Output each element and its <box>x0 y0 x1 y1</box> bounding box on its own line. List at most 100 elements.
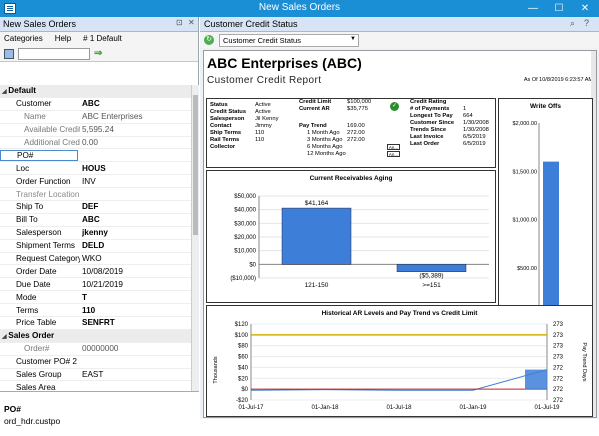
toolbar-input[interactable] <box>18 47 90 60</box>
info-value: 1 <box>463 106 467 112</box>
property-value[interactable]: INV <box>80 177 191 186</box>
info-value: Active <box>255 109 271 115</box>
property-value[interactable]: 0.00 <box>80 138 191 147</box>
history-y2tick: 273 <box>553 344 564 350</box>
report-select[interactable]: Customer Credit Status ▼ <box>219 33 359 47</box>
property-label: Name <box>24 112 46 122</box>
property-label: Available Credit <box>24 125 80 135</box>
property-row-sales-area[interactable]: Sales Area <box>0 381 191 391</box>
aging-ytick: $40,000 <box>234 208 256 214</box>
property-grid-scrollbar[interactable] <box>191 85 199 391</box>
history-y2tick: 273 <box>553 322 564 328</box>
property-row-shipment-terms[interactable]: Shipment Terms DELD <box>0 240 191 253</box>
property-row-additional-credit[interactable]: Additional Credit 0.00 <box>0 137 191 150</box>
history-ytick: $0 <box>241 387 248 393</box>
property-row-terms[interactable]: Terms 110 <box>0 304 191 318</box>
maximize-button[interactable]: ☐ <box>546 0 572 17</box>
property-value[interactable]: ABC <box>80 99 191 108</box>
aging-category-label: >=151 <box>422 282 441 289</box>
property-row-po[interactable]: PO# <box>0 149 191 163</box>
info-value: 110 <box>255 130 265 136</box>
an-button[interactable]: An... <box>387 144 400 150</box>
history-ytick: -$20 <box>236 398 249 404</box>
property-value[interactable]: EAST <box>80 370 191 379</box>
pay-trend-period: 3 Months Ago <box>307 137 343 143</box>
property-row-request-category[interactable]: Request Category WKO <box>0 253 191 266</box>
property-value[interactable]: HOUS <box>80 164 191 173</box>
property-row-loc[interactable]: Loc HOUS <box>0 162 191 176</box>
history-ytick: $40 <box>238 365 249 371</box>
search-icon[interactable]: ⌕ <box>570 18 575 29</box>
property-row-available-credit[interactable]: Available Credit 5,595.24 <box>0 124 191 137</box>
write-offs-ytick: $2,000.00 <box>513 121 537 127</box>
aging-category-label: 121-150 <box>305 282 329 289</box>
property-value[interactable]: DEF <box>80 202 191 211</box>
property-value[interactable]: SENFRT <box>80 318 191 327</box>
property-label: Mode <box>16 292 37 302</box>
go-arrow-icon[interactable]: ⇒ <box>94 48 102 59</box>
info-label: Credit Limit <box>299 99 332 105</box>
property-row-price-table[interactable]: Price Table SENFRT <box>0 317 191 330</box>
info-label: Rail Terms <box>210 137 240 143</box>
pay-trend-period: 1 Month Ago <box>307 130 340 136</box>
history-ylabel: Thousands <box>213 356 219 383</box>
close-panel-icon[interactable]: ✕ <box>188 18 195 27</box>
property-value[interactable]: 00000000 <box>80 344 191 353</box>
property-value[interactable]: 110 <box>80 306 191 315</box>
property-row-sales-group[interactable]: Sales Group EAST <box>0 369 191 382</box>
property-row-order-date[interactable]: Order Date 10/08/2019 <box>0 265 191 279</box>
property-row-due-date[interactable]: Due Date 10/21/2019 <box>0 278 191 292</box>
menu-categories[interactable]: Categories <box>4 34 43 44</box>
property-value[interactable]: 5,595.24 <box>80 125 191 134</box>
property-value[interactable]: T <box>80 293 191 302</box>
property-row-bill-to[interactable]: Bill To ABC <box>0 214 191 227</box>
aging-chart: Current Receivables Aging $50,000 $40,000… <box>206 170 496 303</box>
write-offs-title: Write Offs <box>530 103 561 110</box>
history-ytick: $60 <box>238 355 249 361</box>
property-label: Customer <box>16 99 52 109</box>
property-row-mode[interactable]: Mode T <box>0 291 191 305</box>
aging-ytick: $0 <box>249 262 256 268</box>
pay-trend-value: 272.00 <box>347 137 365 143</box>
minimize-button[interactable]: — <box>520 0 546 17</box>
info-value: 6/5/2019 <box>463 141 486 147</box>
history-ytick: $120 <box>235 322 249 328</box>
property-row-default[interactable]: Default <box>0 85 191 98</box>
property-row-order[interactable]: Order# 00000000 <box>0 343 191 356</box>
help-icon[interactable]: ? <box>584 18 589 28</box>
history-y2tick: 273 <box>553 355 564 361</box>
property-row-order-function[interactable]: Order Function INV <box>0 175 191 189</box>
aging-data-label: ($5,389) <box>419 273 443 280</box>
property-row-transfer-location[interactable]: Transfer Location <box>0 188 191 202</box>
scrollbar-thumb[interactable] <box>193 95 198 235</box>
history-ytick: $80 <box>238 344 249 350</box>
close-button[interactable]: ✕ <box>572 0 598 17</box>
pin-icon[interactable]: ⊡ <box>176 18 183 27</box>
property-row-customer[interactable]: Customer ABC <box>0 98 191 111</box>
property-value[interactable]: ABC Enterprises <box>80 112 191 121</box>
property-row-customer-po-2[interactable]: Customer PO# 2 <box>0 356 191 369</box>
history-y2tick: 272 <box>553 376 564 382</box>
property-label: Request Category <box>16 254 80 264</box>
left-panel-menu: Categories Help # 1 Default <box>0 32 198 46</box>
property-label: Order Date <box>16 266 57 276</box>
property-label: Customer PO# 2 <box>16 357 77 367</box>
refresh-icon[interactable]: ↻ <box>204 35 214 45</box>
property-row-ship-to[interactable]: Ship To DEF <box>0 201 191 214</box>
property-row-sales-order[interactable]: Sales Order <box>0 329 191 343</box>
property-value[interactable]: DELD <box>80 241 191 250</box>
property-value[interactable]: 10/08/2019 <box>80 267 191 276</box>
property-row-salesperson[interactable]: Salesperson jkenny <box>0 227 191 240</box>
report-subtitle: Customer Credit Report <box>207 75 322 86</box>
an-button[interactable]: An... <box>387 151 400 157</box>
property-row-name[interactable]: Name ABC Enterprises <box>0 111 191 124</box>
pay-trend-period: 6 Months Ago <box>307 144 343 150</box>
property-value[interactable]: jkenny <box>80 228 191 237</box>
menu-help[interactable]: Help <box>55 34 71 44</box>
property-value[interactable]: ABC <box>80 215 191 224</box>
property-value[interactable]: 10/21/2019 <box>80 280 191 289</box>
menu-default[interactable]: # 1 Default <box>83 34 122 44</box>
property-value[interactable]: WKO <box>80 254 191 263</box>
save-icon[interactable] <box>4 48 14 59</box>
check-icon: ✓ <box>390 102 399 111</box>
